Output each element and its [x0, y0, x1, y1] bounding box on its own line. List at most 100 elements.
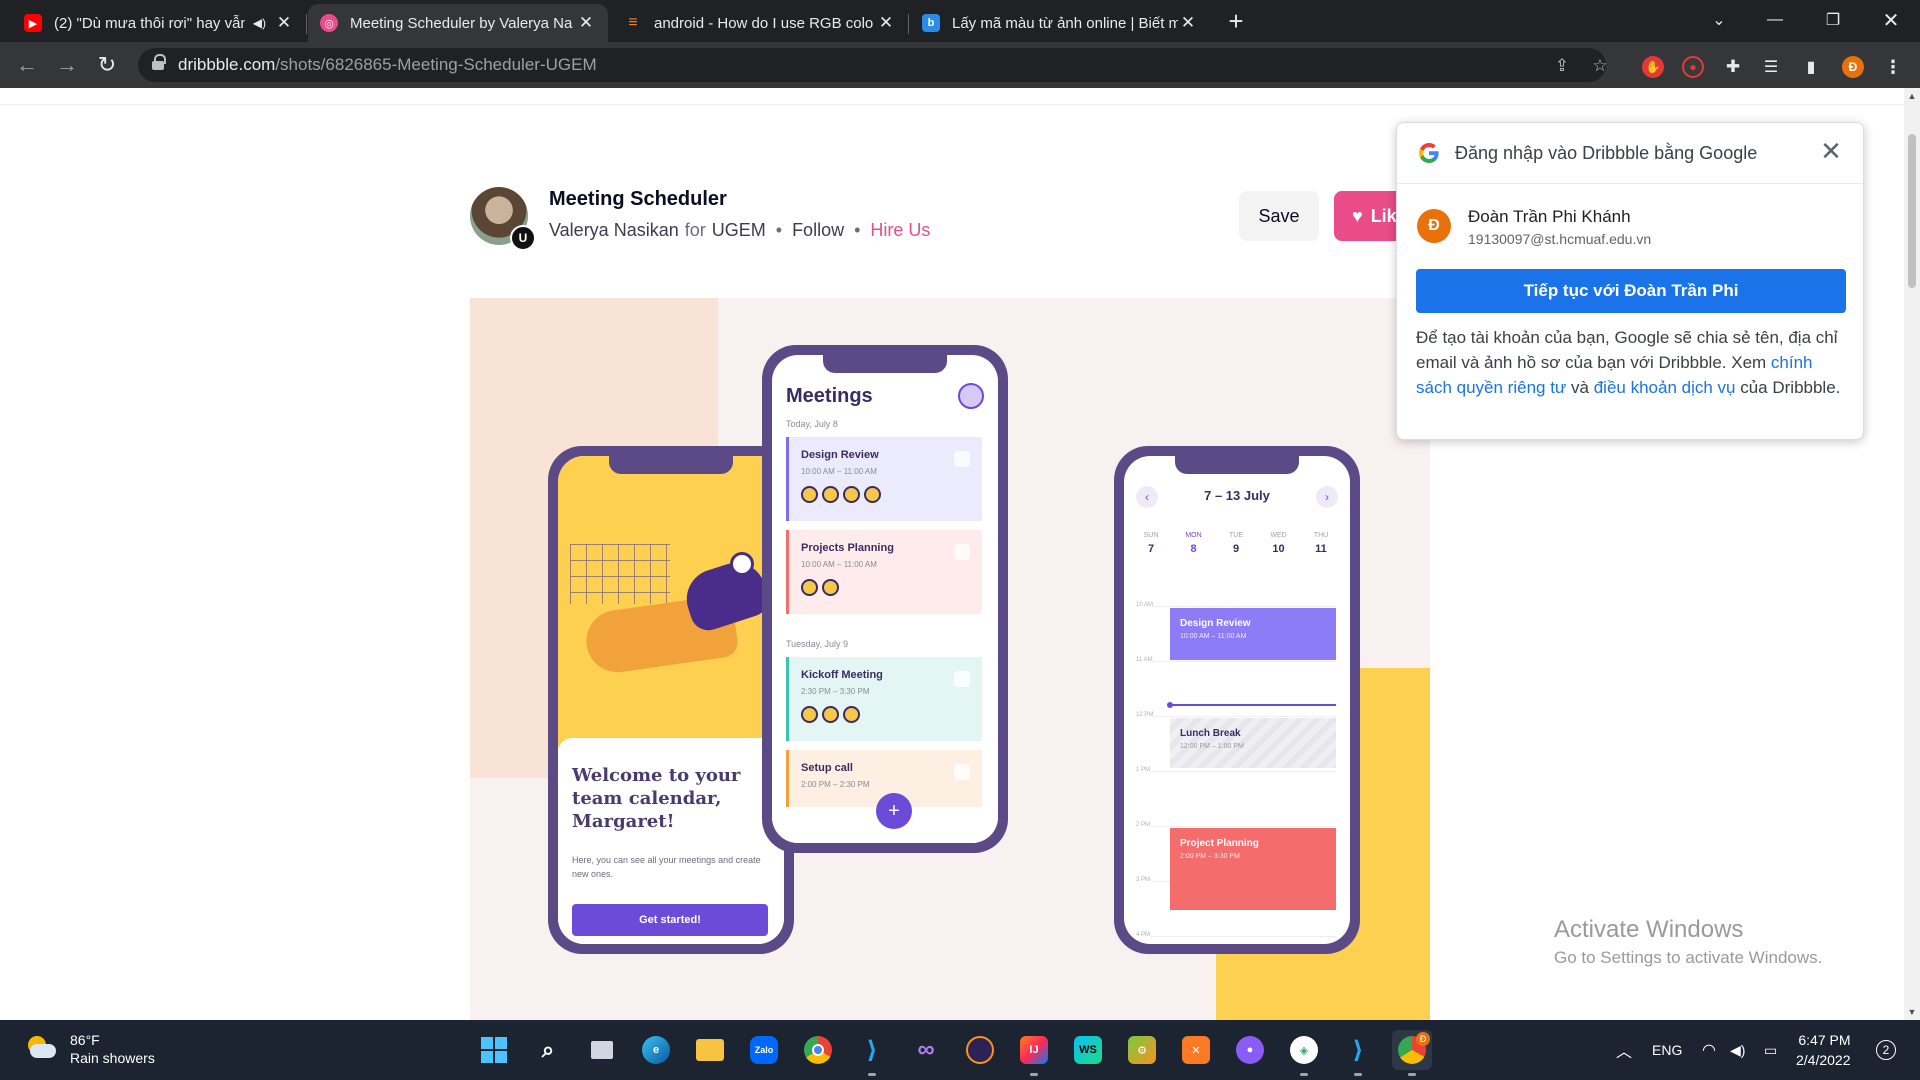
user-avatar	[958, 383, 984, 409]
phone-meetings: Meetings Today, July 8 Design Review 10:…	[762, 345, 1008, 853]
xampp-icon[interactable]: ✕	[1176, 1030, 1216, 1070]
follow-link[interactable]: Follow	[792, 220, 844, 241]
tab-title: android - How do I use RGB colo	[654, 14, 874, 32]
vscode-second-icon[interactable]: ⟩	[1338, 1030, 1378, 1076]
author-link[interactable]: Valerya Nasikan	[549, 220, 679, 241]
share-icon[interactable]: ⇪	[1552, 56, 1572, 76]
eclipse-icon[interactable]	[960, 1030, 1000, 1070]
like-label: Lik	[1370, 205, 1397, 226]
lock-icon[interactable]	[152, 54, 166, 71]
extensions-puzzle-icon[interactable]: ✚	[1722, 56, 1744, 78]
tab-title: (2) "Dù mưa thôi rơi" hay vẫn	[54, 14, 245, 32]
b-icon: b	[922, 14, 940, 32]
youtube-icon: ▶	[24, 14, 42, 32]
taskbar-apps: ⌕ e Zalo ⟩ ∞ IJ WS ⚙ ✕ ● ◈ ⟩ Đ	[474, 1030, 1432, 1076]
heart-icon: ♥	[1352, 205, 1363, 226]
phone-week-view: ‹ 7 – 13 July › SUN 7 MON 8 TUE 9 WED 10 THU…	[1114, 446, 1360, 954]
tab-dribbble[interactable]: ◎ Meeting Scheduler by Valerya Na ✕	[308, 4, 608, 42]
popup-heading: Đăng nhập vào Dribbble bằng Google	[1455, 143, 1758, 163]
bookmark-star-icon[interactable]: ☆	[1590, 56, 1610, 76]
tool-icon[interactable]: ⚙	[1122, 1030, 1162, 1070]
close-tab-icon[interactable]: ✕	[1178, 13, 1198, 33]
scrollbar-thumb[interactable]	[1908, 134, 1916, 288]
show-hidden-icons[interactable]: ︿	[1616, 1020, 1632, 1080]
continue-button[interactable]: Tiếp tục với Đoàn Trần Phi	[1416, 269, 1846, 313]
side-panel-icon[interactable]: ▮	[1800, 56, 1822, 78]
tab-strip: ▶ (2) "Dù mưa thôi rơi" hay vẫn ◀) ✕ ◎ M…	[0, 0, 1920, 42]
file-explorer-icon[interactable]	[690, 1030, 730, 1070]
zalo-icon[interactable]: Zalo	[744, 1030, 784, 1070]
extension-red-icon[interactable]: ✋	[1642, 56, 1664, 78]
page-scrollbar[interactable]: ▲ ▼	[1904, 88, 1920, 1020]
close-tab-icon[interactable]: ✕	[876, 13, 896, 33]
forward-button[interactable]: →	[52, 50, 82, 80]
profile-avatar[interactable]: Đ	[1842, 56, 1864, 78]
restore-button[interactable]: ❐	[1810, 0, 1856, 40]
chat-icon	[954, 671, 970, 687]
intellij-icon[interactable]: IJ	[1014, 1030, 1054, 1076]
tab-color-picker[interactable]: b Lấy mã màu từ ảnh online | Biết m ✕	[910, 4, 1210, 42]
tab-stackoverflow[interactable]: ≡ android - How do I use RGB colo ✕	[612, 4, 909, 42]
address-bar[interactable]: dribbble.com/shots/6826865-Meeting-Sched…	[138, 48, 1608, 82]
save-button[interactable]: Save	[1239, 191, 1319, 241]
clock-date: 2/4/2022	[1796, 1052, 1851, 1068]
close-tab-icon[interactable]: ✕	[576, 13, 596, 33]
hire-us-link[interactable]: Hire Us	[870, 220, 930, 241]
account-name[interactable]: Đoàn Trần Phi Khánh	[1468, 207, 1631, 227]
minimize-button[interactable]: —	[1752, 0, 1798, 40]
menu-kebab-icon[interactable]: ⋮	[1882, 56, 1904, 78]
chrome-profile-icon[interactable]: Đ	[1392, 1030, 1432, 1076]
team-link[interactable]: UGEM	[712, 220, 766, 241]
shot-image[interactable]: Welcome to your team calendar, Margaret!…	[470, 298, 1430, 1020]
reload-button[interactable]: ↻	[92, 50, 122, 80]
webstorm-icon[interactable]: WS	[1068, 1030, 1108, 1070]
vscode-icon[interactable]: ⟩	[852, 1030, 892, 1076]
separator-dot: •	[775, 220, 783, 240]
shot-title: Meeting Scheduler	[549, 188, 727, 210]
task-view-icon[interactable]	[582, 1030, 622, 1070]
system-clock[interactable]: 6:47 PM 2/4/2022	[1796, 1030, 1851, 1070]
weather-widget[interactable]: 86°F Rain showers	[24, 1032, 155, 1066]
speaker-icon[interactable]: ◀)	[253, 16, 266, 30]
network-app-icon[interactable]: ◈	[1284, 1030, 1324, 1076]
team-badge[interactable]: U	[510, 225, 536, 251]
shot-meta: Valerya Nasikan for UGEM • Follow • Hire…	[549, 220, 930, 241]
new-tab-button[interactable]: +	[1222, 8, 1250, 36]
account-avatar[interactable]: Đ	[1417, 209, 1451, 243]
search-icon[interactable]: ⌕	[528, 1030, 568, 1070]
edge-icon[interactable]: e	[636, 1030, 676, 1070]
close-window-button[interactable]: ✕	[1868, 0, 1914, 40]
wifi-icon[interactable]: ◠	[1702, 1020, 1716, 1080]
close-tab-icon[interactable]: ✕	[274, 13, 294, 33]
battery-icon[interactable]: ▭	[1764, 1020, 1777, 1080]
day-label: Today, July 8	[786, 419, 838, 429]
week-days: SUN 7 MON 8 TUE 9 WED 10 THU 11	[1143, 532, 1329, 555]
tab-search-icon[interactable]: ⌄	[1696, 0, 1742, 40]
tab-youtube[interactable]: ▶ (2) "Dù mưa thôi rơi" hay vẫn ◀) ✕	[12, 4, 307, 42]
account-email[interactable]: 19130097@st.hcmuaf.edu.vn	[1468, 231, 1651, 247]
url-text[interactable]: dribbble.com/shots/6826865-Meeting-Sched…	[178, 55, 597, 75]
welcome-subtext: Here, you can see all your meetings and …	[572, 855, 761, 879]
back-button[interactable]: ←	[12, 50, 42, 80]
calendar-event: Design Review 10:00 AM – 11:00 AM	[1170, 608, 1336, 660]
scroll-down-arrow[interactable]: ▼	[1904, 1004, 1920, 1020]
terms-of-service-link[interactable]: điều khoản dịch vụ	[1594, 378, 1736, 397]
media-queue-icon[interactable]: ☰	[1760, 56, 1782, 78]
start-button[interactable]	[474, 1030, 514, 1070]
github-icon[interactable]: ●	[1230, 1030, 1270, 1070]
google-signin-popup: Đăng nhập vào Dribbble bằng Google ✕ Đ Đ…	[1396, 122, 1864, 440]
volume-icon[interactable]: ◀)	[1730, 1020, 1745, 1080]
visual-studio-icon[interactable]: ∞	[906, 1030, 946, 1070]
chrome-icon[interactable]	[798, 1030, 838, 1070]
tab-title: Lấy mã màu từ ảnh online | Biết m	[952, 14, 1178, 32]
language-indicator[interactable]: ENG	[1652, 1020, 1682, 1080]
like-button[interactable]: ♥ Lik	[1334, 191, 1404, 241]
notification-badge[interactable]: 2	[1876, 1040, 1896, 1060]
close-icon[interactable]: ✕	[1817, 137, 1845, 165]
extension-record-icon[interactable]: ●	[1682, 56, 1704, 78]
weather-condition: Rain showers	[70, 1050, 155, 1066]
phone-screen: Meetings Today, July 8 Design Review 10:…	[772, 355, 998, 843]
welcome-heading: Welcome to your team calendar, Margaret!	[572, 765, 741, 832]
scroll-up-arrow[interactable]: ▲	[1904, 88, 1920, 104]
stop-icon	[954, 544, 970, 560]
